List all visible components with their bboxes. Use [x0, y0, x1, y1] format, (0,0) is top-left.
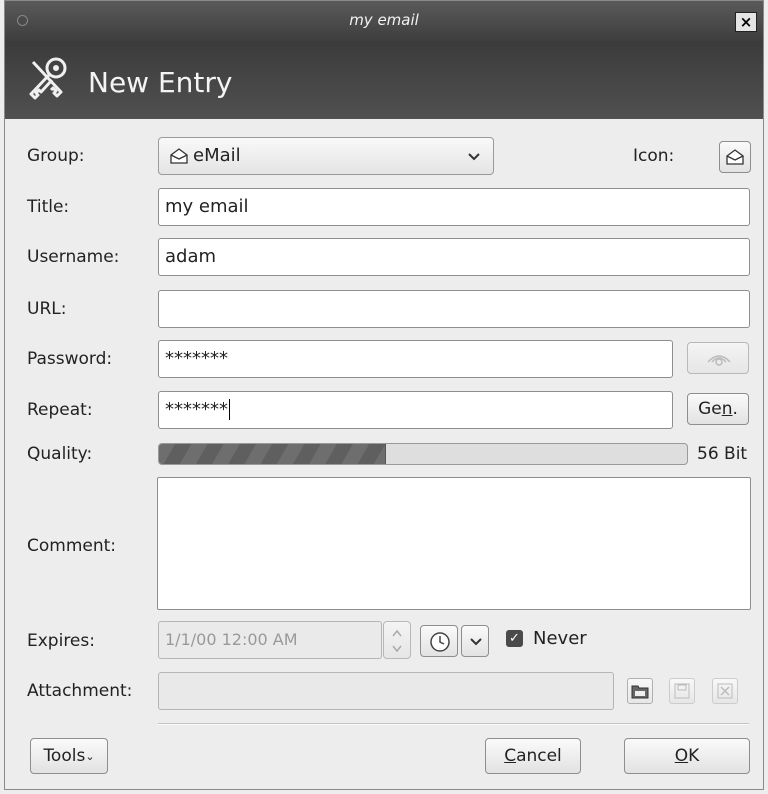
eye-icon	[707, 355, 731, 366]
tools-label: Tools	[43, 746, 86, 766]
attachment-input[interactable]	[158, 672, 614, 710]
quality-bits: 56 Bit	[697, 444, 748, 464]
spin-arrows-icon	[392, 629, 402, 653]
quality-label: Quality:	[27, 444, 93, 464]
window-title: my email	[349, 11, 419, 29]
username-input[interactable]: adam	[158, 238, 750, 276]
quality-bar-fill	[159, 444, 387, 464]
open-attachment-button[interactable]	[627, 678, 653, 704]
gen-label-mnemonic: n	[721, 399, 733, 419]
group-value: eMail	[193, 145, 241, 166]
expires-label: Expires:	[27, 631, 95, 651]
cancel-label: ancel	[516, 746, 562, 766]
ok-button[interactable]: OK	[624, 738, 750, 774]
attachment-label: Attachment:	[27, 681, 133, 701]
tools-button[interactable]: Tools⌄	[30, 738, 108, 774]
show-password-button[interactable]	[687, 342, 749, 374]
never-label: Never	[533, 628, 587, 649]
gen-label-b: .	[732, 399, 738, 419]
save-icon	[674, 683, 690, 699]
never-checkbox[interactable]: ✓	[506, 630, 523, 647]
repeat-value: *******	[165, 399, 228, 420]
expires-preset-button[interactable]	[420, 625, 458, 657]
group-combobox[interactable]: eMail	[158, 137, 494, 175]
quality-bar	[158, 443, 688, 465]
username-label: Username:	[27, 247, 120, 267]
cancel-button[interactable]: Cancel	[485, 738, 581, 774]
repeat-label: Repeat:	[27, 400, 93, 420]
banner-title: New Entry	[88, 66, 233, 99]
icon-label: Icon:	[633, 146, 675, 166]
separator	[158, 723, 749, 725]
url-label: URL:	[27, 299, 67, 319]
folder-open-icon	[631, 685, 649, 699]
url-input[interactable]	[158, 290, 750, 328]
password-label: Password:	[27, 349, 113, 369]
keys-icon	[29, 57, 67, 100]
cancel-mnemonic: C	[504, 746, 517, 766]
expires-dropdown-button[interactable]	[461, 625, 489, 657]
expires-datetime-input[interactable]: 1/1/00 12:00 AM	[158, 621, 382, 659]
repeat-input[interactable]: *******	[158, 391, 673, 429]
dialog-window: my email × New Entry Group: eMail Icon: …	[4, 0, 764, 790]
chevron-down-icon: ⌄	[85, 750, 95, 763]
comment-textarea[interactable]	[157, 477, 751, 610]
delete-icon	[717, 683, 733, 699]
envelope-icon	[170, 148, 188, 164]
icon-picker-button[interactable]	[719, 141, 751, 173]
close-button[interactable]: ×	[735, 12, 757, 32]
save-attachment-button[interactable]	[669, 678, 695, 704]
expires-spin-buttons[interactable]	[383, 621, 411, 659]
ok-label: K	[688, 746, 700, 766]
ok-mnemonic: O	[674, 746, 689, 766]
gen-label-a: Ge	[698, 399, 722, 419]
title-bar: my email ×	[5, 1, 763, 41]
delete-attachment-button[interactable]	[712, 678, 738, 704]
envelope-icon	[726, 149, 744, 165]
password-input[interactable]: *******	[158, 340, 673, 378]
chevron-down-icon	[468, 153, 480, 161]
title-label: Title:	[27, 197, 70, 217]
clock-icon	[430, 632, 450, 652]
generate-password-button[interactable]: Gen.	[687, 393, 749, 425]
header-banner: New Entry	[5, 41, 763, 119]
comment-label: Comment:	[27, 536, 117, 556]
chevron-down-icon	[470, 638, 482, 646]
group-label: Group:	[27, 146, 85, 166]
title-input[interactable]: my email	[158, 188, 750, 226]
text-cursor	[229, 399, 230, 420]
